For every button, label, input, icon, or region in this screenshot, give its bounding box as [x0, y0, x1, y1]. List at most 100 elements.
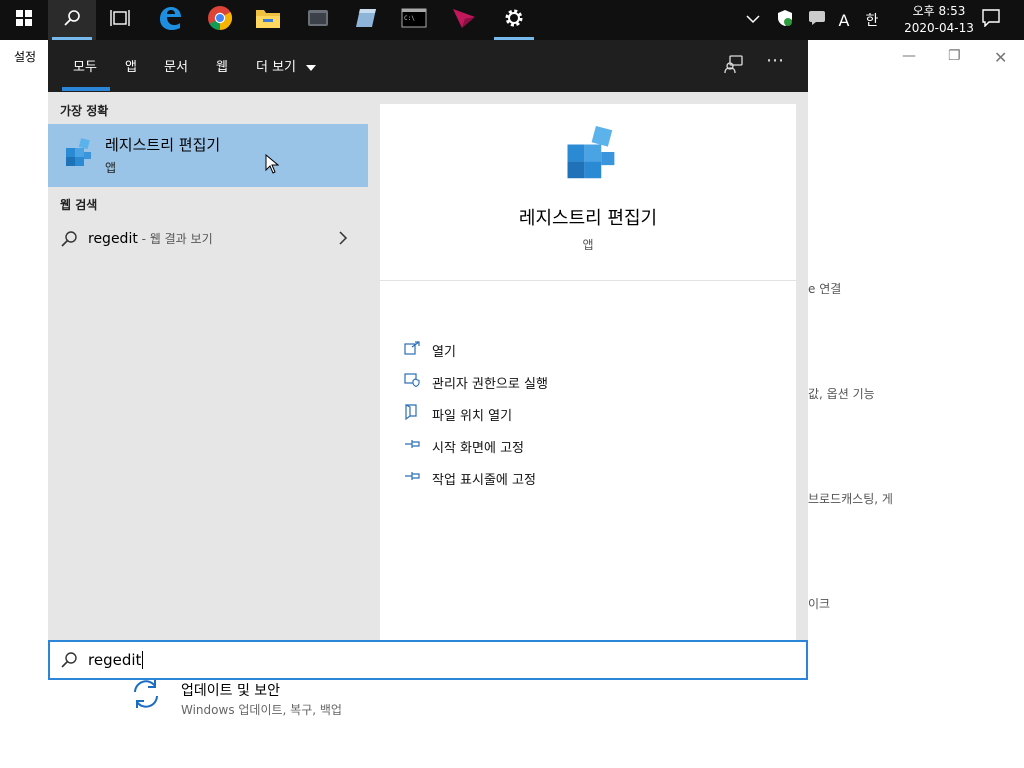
settings-window-title: 설정 — [14, 50, 37, 64]
open-icon — [404, 341, 432, 359]
web-result-suffix: - 웹 결과 보기 — [137, 232, 213, 246]
feedback-button[interactable] — [724, 54, 744, 78]
update-security-subtitle: Windows 업데이트, 복구, 백업 — [181, 703, 342, 717]
settings-network-desc: e 연결 — [808, 282, 842, 296]
settings-apps-desc: 값, 옵션 기능 — [808, 387, 875, 401]
settings-update-security-item[interactable]: 업데이트 및 보안 Windows 업데이트, 복구, 백업 — [128, 676, 388, 720]
clock-time: 오후 8:53 — [912, 4, 966, 18]
taskbar-app-3[interactable] — [440, 0, 488, 40]
feedback-icon — [724, 55, 744, 78]
start-search-panel: 모두 앱 문서 웹 더 보기 ⋯ 가장 정확 레지스트리 편집기 앱 웹 검색 … — [48, 40, 808, 680]
taskbar: C:\ A 한 오후 8:53 2020-04-13 — [0, 0, 1024, 40]
windows-logo-icon — [16, 10, 32, 30]
taskbar-settings[interactable] — [490, 0, 538, 40]
sync-icon — [128, 676, 164, 716]
action-pin-to-taskbar[interactable]: 작업 표시줄에 고정 — [404, 466, 536, 490]
preview-app-type: 앱 — [582, 238, 594, 252]
web-result-text: regedit - 웹 결과 보기 — [88, 230, 213, 247]
best-match-name: 레지스트리 편집기 — [105, 136, 221, 154]
start-button[interactable] — [0, 0, 48, 40]
registry-editor-icon — [62, 136, 94, 172]
result-preview-pane: 레지스트리 편집기 앱 열기 관리자 권한으로 실행 파일 위치 열기 시작 화… — [380, 104, 796, 650]
chevron-right-icon — [338, 231, 348, 249]
search-icon — [63, 9, 81, 31]
chrome-icon — [207, 5, 233, 35]
best-match-item[interactable]: 레지스트리 편집기 앱 — [48, 124, 368, 187]
pin-icon — [404, 438, 432, 454]
preview-divider — [380, 280, 796, 281]
mouse-cursor-icon — [265, 153, 280, 178]
action-pin-to-start[interactable]: 시작 화면에 고정 — [404, 434, 524, 458]
best-match-header: 가장 정확 — [60, 104, 109, 118]
search-icon — [60, 651, 78, 673]
taskbar-clock[interactable]: 오후 8:53 2020-04-13 — [900, 3, 978, 37]
gear-icon — [503, 7, 525, 33]
message-icon — [808, 10, 826, 30]
show-hidden-icons-button[interactable] — [742, 0, 764, 40]
update-security-title: 업데이트 및 보안 — [181, 683, 281, 699]
app-window-icon — [307, 8, 329, 32]
taskbar-chrome[interactable] — [196, 0, 244, 40]
taskbar-cmd[interactable]: C:\ — [390, 0, 438, 40]
action-pin-to-start-label: 시작 화면에 고정 — [432, 440, 524, 456]
best-match-type: 앱 — [105, 161, 117, 175]
action-open-file-location[interactable]: 파일 위치 열기 — [404, 402, 512, 426]
tab-documents[interactable]: 문서 — [164, 56, 188, 75]
restore-button[interactable]: ❐ — [948, 48, 961, 64]
svg-text:C:\: C:\ — [404, 15, 415, 22]
search-icon — [60, 230, 78, 252]
console-icon: C:\ — [401, 8, 427, 32]
tab-apps[interactable]: 앱 — [125, 56, 137, 75]
search-input[interactable]: regedit — [88, 651, 144, 669]
taskbar-edge[interactable] — [146, 0, 194, 40]
shield-icon — [777, 9, 793, 31]
ellipsis-icon: ⋯ — [766, 50, 785, 71]
admin-shield-icon — [404, 373, 432, 391]
close-button[interactable]: ✕ — [994, 48, 1007, 67]
file-location-icon — [404, 404, 432, 424]
chevron-up-icon — [746, 13, 760, 28]
settings-gaming-desc: 브로드캐스팅, 게 — [808, 492, 893, 506]
action-open[interactable]: 열기 — [404, 338, 456, 362]
preview-app-name: 레지스트리 편집기 — [518, 208, 658, 229]
ime-mode-indicator[interactable]: A — [834, 0, 854, 40]
action-center-button[interactable] — [976, 0, 1006, 40]
notebook-icon — [354, 7, 378, 33]
search-panel-header: 모두 앱 문서 웹 더 보기 ⋯ — [48, 40, 808, 92]
task-view-button[interactable] — [96, 0, 144, 40]
action-run-as-admin-label: 관리자 권한으로 실행 — [432, 376, 548, 392]
taskbar-app-1[interactable] — [294, 0, 342, 40]
clock-date: 2020-04-13 — [904, 21, 974, 35]
more-options-button[interactable]: ⋯ — [766, 50, 785, 71]
action-open-label: 열기 — [432, 344, 456, 360]
web-result-query: regedit — [88, 231, 138, 247]
action-run-as-admin[interactable]: 관리자 권한으로 실행 — [404, 370, 548, 394]
security-tray-button[interactable] — [774, 0, 796, 40]
pointer-arrow-icon — [451, 6, 477, 34]
notification-icon — [982, 9, 1000, 31]
search-results-list: 가장 정확 레지스트리 편집기 앱 웹 검색 regedit - 웹 결과 보기 — [48, 92, 368, 638]
edge-icon — [157, 5, 183, 35]
settings-ease-desc: 이크 — [808, 597, 831, 611]
minimize-button[interactable]: — — [902, 48, 916, 64]
tab-more[interactable]: 더 보기 — [256, 56, 317, 75]
tab-all[interactable]: 모두 — [73, 56, 97, 75]
search-box[interactable]: regedit — [48, 640, 808, 680]
action-open-file-location-label: 파일 위치 열기 — [432, 408, 513, 424]
pin-icon — [404, 470, 432, 486]
task-view-icon — [110, 9, 130, 31]
caret-down-icon — [306, 60, 317, 75]
web-search-header: 웹 검색 — [60, 198, 98, 212]
tab-more-label: 더 보기 — [256, 60, 297, 75]
taskbar-app-2[interactable] — [342, 0, 390, 40]
registry-editor-large-icon — [560, 122, 620, 186]
taskbar-search-button[interactable] — [48, 0, 96, 40]
chat-tray-button[interactable] — [806, 0, 828, 40]
active-tab-indicator — [62, 87, 110, 91]
web-search-result[interactable]: regedit - 웹 결과 보기 — [48, 222, 368, 254]
folder-icon — [255, 7, 281, 33]
tab-web[interactable]: 웹 — [216, 56, 228, 75]
taskbar-file-explorer[interactable] — [244, 0, 292, 40]
action-pin-to-taskbar-label: 작업 표시줄에 고정 — [432, 472, 536, 488]
ime-language-indicator[interactable]: 한 — [862, 0, 882, 40]
